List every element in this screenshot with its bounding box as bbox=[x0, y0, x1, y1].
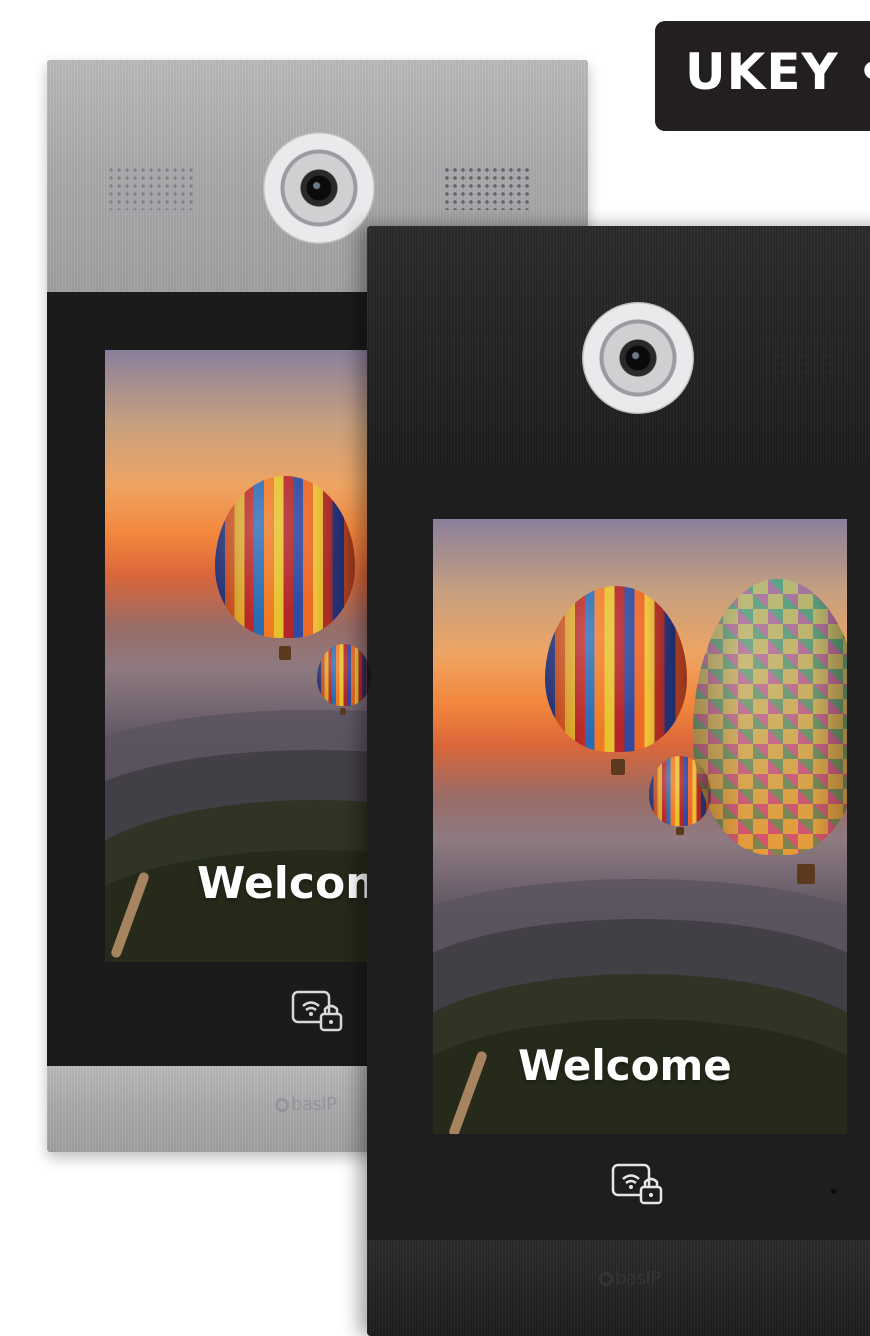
hot-air-balloon bbox=[545, 586, 687, 752]
nfc-ukey-lock-icon bbox=[291, 990, 343, 1032]
status-indicator-dot bbox=[831, 1189, 836, 1194]
hot-air-balloon bbox=[693, 579, 847, 855]
hot-air-balloon bbox=[215, 476, 355, 638]
welcome-text: Welcome bbox=[518, 1041, 732, 1090]
intercom-panel-black: Welcome basIP bbox=[367, 226, 870, 1336]
camera-lens-icon bbox=[263, 132, 375, 244]
ukey-badge: UKEY • bbox=[655, 21, 870, 131]
speaker-grille-icon bbox=[763, 336, 849, 380]
speaker-grille-icon bbox=[107, 166, 193, 210]
brand-label: basIP bbox=[615, 1268, 661, 1289]
nfc-ukey-lock-icon bbox=[611, 1163, 663, 1205]
badge-label: UKEY • bbox=[685, 43, 870, 101]
speaker-grille-icon bbox=[425, 336, 511, 380]
camera-lens-icon bbox=[582, 302, 694, 414]
speaker-grille-icon bbox=[443, 166, 529, 210]
brand-label: basIP bbox=[291, 1094, 337, 1115]
hot-air-balloon bbox=[317, 644, 371, 706]
basip-logo-icon: basIP bbox=[599, 1268, 661, 1289]
display-screen: Welcome bbox=[433, 519, 847, 1134]
basip-logo-icon: basIP bbox=[275, 1094, 337, 1115]
